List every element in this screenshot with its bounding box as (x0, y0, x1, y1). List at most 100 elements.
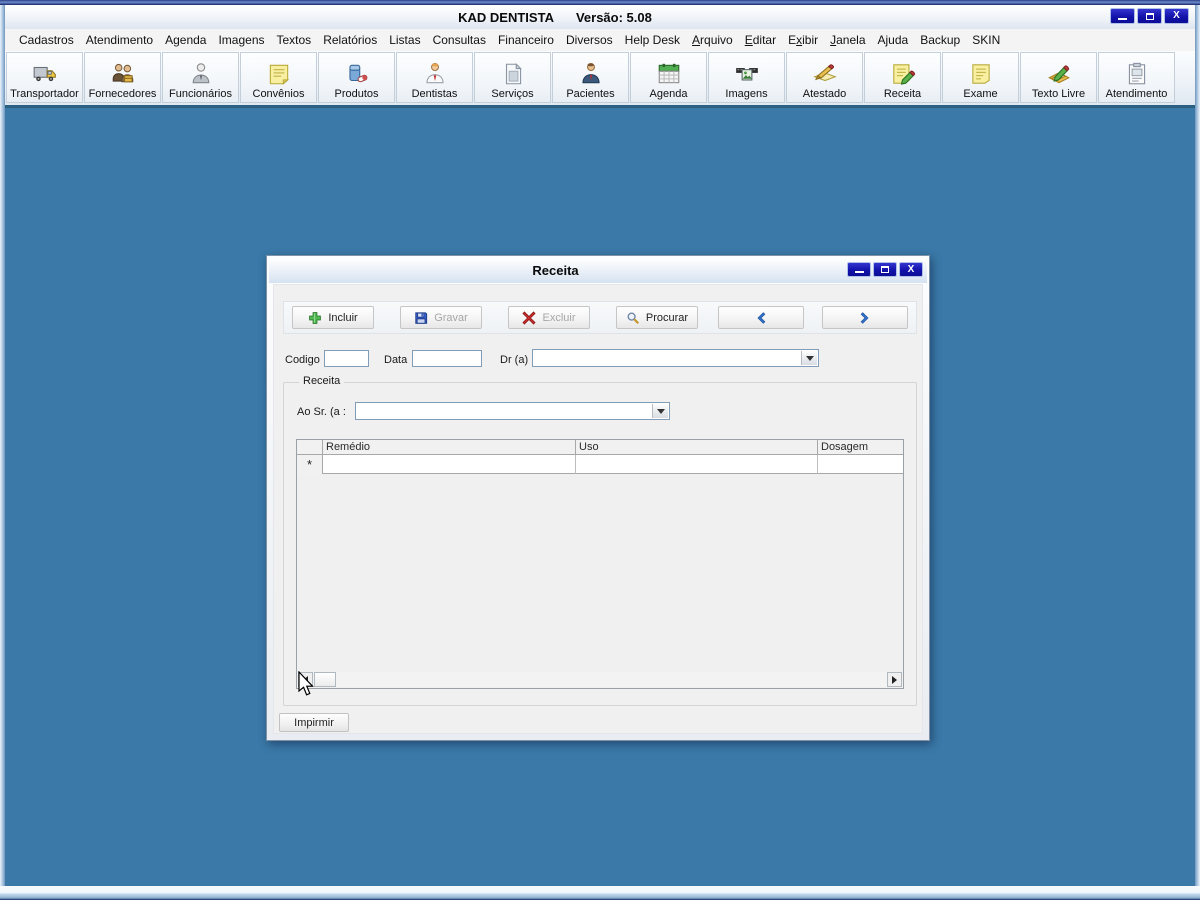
menu-item-help-desk[interactable]: Help Desk (619, 30, 686, 50)
menu-item-textos[interactable]: Textos (271, 30, 318, 50)
toolbar-button-imagens[interactable]: Imagens (708, 52, 785, 103)
calendar-icon (656, 61, 682, 87)
document-icon (500, 61, 526, 87)
maximize-button[interactable] (1137, 8, 1162, 24)
toolbar-button-agenda[interactable]: Agenda (630, 52, 707, 103)
incluir-button[interactable]: Incluir (292, 306, 374, 329)
close-icon: X (907, 263, 915, 275)
search-icon (626, 311, 640, 325)
grid-row-selector-header (297, 440, 323, 455)
toolbar-button-label: Transportador (10, 88, 79, 100)
toolbar-button-convênios[interactable]: Convênios (240, 52, 317, 103)
toolbar-button-produtos[interactable]: Produtos (318, 52, 395, 103)
scroll-right-button[interactable] (887, 672, 902, 687)
delete-x-icon (522, 310, 537, 325)
excluir-button-label: Excluir (542, 311, 576, 324)
window-frame-bottom (0, 886, 1200, 900)
toolbar-button-atestado[interactable]: Atestado (786, 52, 863, 103)
data-input[interactable] (412, 350, 482, 367)
toolbar-button-exame[interactable]: Exame (942, 52, 1019, 103)
imprimir-button[interactable]: Impirmir (279, 713, 349, 732)
window-controls: X (1110, 8, 1189, 24)
toolbar-button-label: Funcionários (169, 88, 232, 100)
products-icon (344, 61, 370, 87)
ao-sr-combobox-dropdown-button[interactable] (652, 404, 668, 418)
maximize-icon (881, 266, 889, 273)
grid-cell-remedio[interactable] (323, 455, 576, 474)
dr-combobox[interactable] (532, 349, 819, 367)
app-title: KAD DENTISTA (458, 9, 554, 25)
previous-record-button[interactable] (718, 306, 804, 329)
scroll-left-button[interactable] (298, 672, 313, 687)
toolbar-button-dentistas[interactable]: Dentistas (396, 52, 473, 103)
prescription-grid: Remédio Uso Dosagem * (296, 439, 904, 689)
grid-cell-uso[interactable] (576, 455, 818, 474)
menu-item-financeiro[interactable]: Financeiro (492, 30, 560, 50)
toolbar-button-atendimento[interactable]: Atendimento (1098, 52, 1175, 103)
next-record-button[interactable] (822, 306, 908, 329)
excluir-button[interactable]: Excluir (508, 306, 590, 329)
triangle-left-icon (303, 675, 308, 684)
chevron-down-icon (656, 408, 665, 414)
plus-icon (308, 311, 322, 325)
toolbar-button-fornecedores[interactable]: Fornecedores (84, 52, 161, 103)
minimize-button[interactable] (1110, 8, 1135, 24)
gravar-button[interactable]: Gravar (400, 306, 482, 329)
triangle-right-icon (892, 675, 897, 684)
toolbar-button-transportador[interactable]: Transportador (6, 52, 83, 103)
menu-item-arquivo[interactable]: Arquivo (686, 30, 739, 50)
exam-note-icon (968, 61, 994, 87)
menu-item-exibir[interactable]: Exibir (782, 30, 824, 50)
dr-combobox-dropdown-button[interactable] (801, 351, 817, 365)
scrollbar-thumb[interactable] (314, 672, 336, 687)
menu-item-editar[interactable]: Editar (739, 30, 782, 50)
menu-item-cadastros[interactable]: Cadastros (13, 30, 80, 50)
dialog-maximize-button[interactable] (873, 262, 897, 277)
menu-item-skin[interactable]: SKIN (966, 30, 1006, 50)
codigo-input[interactable] (324, 350, 369, 367)
receita-dialog: Receita X Incluir Gravar Excluir Procurar C… (266, 255, 930, 741)
menu-item-janela[interactable]: Janela (824, 30, 871, 50)
toolbar-button-funcionários[interactable]: Funcionários (162, 52, 239, 103)
menu-item-listas[interactable]: Listas (383, 30, 426, 50)
ao-sr-combobox[interactable] (355, 402, 670, 420)
prescription-grid-header: Remédio Uso Dosagem (297, 440, 903, 455)
grid-cell-dosagem[interactable] (818, 455, 903, 474)
note-icon (266, 61, 292, 87)
dentist-icon (422, 61, 448, 87)
menu-item-relatórios[interactable]: Relatórios (317, 30, 383, 50)
receita-groupbox: Receita Ao Sr. (a : Remédio Uso Dosagem * (283, 375, 917, 706)
ao-sr-label: Ao Sr. (a : (297, 406, 346, 418)
toolbar-button-label: Atestado (802, 88, 847, 100)
codigo-label: Codigo (285, 354, 320, 366)
grid-column-header-uso: Uso (576, 440, 818, 455)
toolbar-button-serviços[interactable]: Serviços (474, 52, 551, 103)
menu-item-ajuda[interactable]: Ajuda (872, 30, 915, 50)
menu-item-backup[interactable]: Backup (914, 30, 966, 50)
toolbar-button-label: Atendimento (1105, 88, 1168, 100)
toolbar-button-receita[interactable]: Receita (864, 52, 941, 103)
menu-item-imagens[interactable]: Imagens (212, 30, 270, 50)
receita-toolbar: Incluir Gravar Excluir Procurar (283, 301, 917, 334)
chevron-left-icon (754, 311, 768, 325)
toolbar-button-texto-livre[interactable]: Texto Livre (1020, 52, 1097, 103)
dialog-minimize-button[interactable] (847, 262, 871, 277)
menu-item-atendimento[interactable]: Atendimento (80, 30, 159, 50)
toolbar-button-pacientes[interactable]: Pacientes (552, 52, 629, 103)
close-button[interactable]: X (1164, 8, 1189, 24)
menu-item-agenda[interactable]: Agenda (159, 30, 212, 50)
grid-column-header-remedio: Remédio (323, 440, 576, 455)
menu-item-consultas[interactable]: Consultas (427, 30, 492, 50)
grid-column-header-dosagem: Dosagem (818, 440, 903, 455)
certificate-icon (812, 61, 838, 87)
toolbar-button-label: Convênios (252, 88, 305, 100)
minimize-icon (1118, 17, 1127, 20)
procurar-button[interactable]: Procurar (616, 306, 698, 329)
dialog-close-button[interactable]: X (899, 262, 923, 277)
toolbar-button-label: Serviços (491, 88, 534, 100)
employee-icon (188, 61, 214, 87)
menu-item-diversos[interactable]: Diversos (560, 30, 619, 50)
grid-horizontal-scrollbar[interactable] (298, 672, 902, 687)
gravar-button-label: Gravar (434, 311, 468, 324)
main-titlebar: KAD DENTISTA Versão: 5.08 X (5, 5, 1195, 29)
